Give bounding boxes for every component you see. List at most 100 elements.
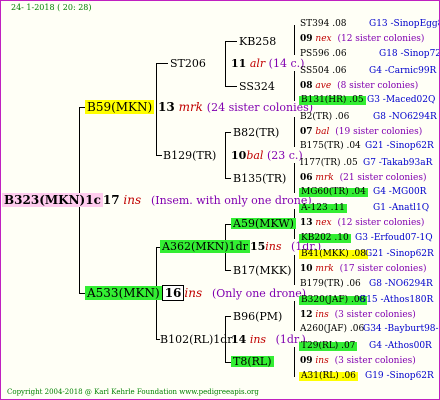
link-line [225, 132, 231, 133]
g1-top-name: B59(MKN) [85, 100, 155, 114]
g4-right: G4 -Athos00R [369, 341, 432, 351]
g1-bottom-note: (Only one drone) [211, 287, 307, 300]
g4-note: (8 sister colonies) [337, 81, 419, 91]
g1-top-queen: B59(MKN) 13 mrk (24 sister colonies) [85, 100, 313, 114]
st206-name: ST206 [170, 57, 206, 70]
b96-name: B96(PM) [233, 310, 283, 323]
st206-mating: 11 alr (14 c.) [231, 58, 304, 69]
g4-left: B2(TR) .06 [300, 112, 350, 122]
t8-name: T8(RL) [231, 355, 274, 368]
g1-bottom-code: ins [184, 286, 203, 300]
link-line [225, 178, 231, 179]
b17-name: B17(MKK) [233, 264, 292, 277]
link-line [225, 316, 231, 317]
g4-number: 13 [300, 218, 313, 228]
link-line [294, 71, 295, 101]
g4-mating: 13 nex (12 sister colonies) [300, 219, 424, 228]
ss324-name: SS324 [239, 80, 275, 93]
g4-note: (21 sister colonies) [339, 173, 427, 183]
g4-right: G21 -Sinop62R [365, 141, 434, 151]
b129-code: bal [246, 149, 264, 162]
g4-right: G8 -NO6294R [373, 112, 437, 122]
link-line [225, 86, 237, 87]
b129-name: B129(TR) [163, 149, 217, 162]
g1-top-code: mrk [178, 100, 203, 114]
g4-note: (12 sister colonies) [337, 34, 425, 44]
g4-left: B179(TR) .06 [300, 279, 361, 289]
st206-number: 11 [231, 57, 247, 70]
b102-code: ins [249, 333, 267, 346]
kb258-name: KB258 [239, 35, 277, 48]
g4-right: G13 -SinopEgg86R [369, 19, 439, 29]
root-queen-name: B323(MKN)1c [2, 193, 103, 207]
root-queen-note: (Insem. with only one drone) [150, 194, 312, 207]
g4-right: G34 -Bayburt98-3 [363, 324, 440, 334]
g1-bottom-number: 16 [161, 285, 185, 301]
g4-left: KB202 .10 [299, 233, 351, 243]
g4-left: A-123 .11 [299, 203, 347, 213]
g4-right: G3 -Maced02Q [367, 95, 436, 105]
g4-mating: 08 ave (8 sister colonies) [300, 82, 418, 91]
g4-code: nex [315, 218, 332, 228]
g4-right: G1 -Anatl1Q [373, 203, 430, 213]
b102-number: 14 [231, 333, 247, 346]
b129-number: 10 [231, 149, 247, 162]
g4-mating: 09 nex (12 sister colonies) [300, 35, 424, 44]
a362-queen: A362(MKN)1dr 15ins (1dr.) [160, 240, 321, 253]
g4-code: mrk [315, 173, 334, 183]
link-line [156, 63, 168, 64]
link-line [225, 132, 226, 178]
g4-code: bal [315, 127, 330, 137]
b82-name: B82(TR) [233, 126, 280, 139]
g4-number: 09 [300, 34, 313, 44]
g4-right: G18 -Sinop72R [379, 49, 439, 59]
link-line [294, 163, 295, 193]
g4-right: G7 -Takab93aR [363, 158, 433, 168]
pedigree-chart: 24- 1-2018 ( 20: 28) B323(MKN)1c 17 ins (… [0, 0, 440, 400]
g4-code: mrk [315, 264, 334, 274]
g4-mating: 09 ins (3 sister colonies) [300, 357, 416, 366]
g4-left: B41(MKK) .08 [299, 249, 368, 259]
a362-code: ins [265, 240, 282, 253]
g4-right: G4 -MG00R [373, 187, 427, 197]
b129-note: (23 c.) [266, 149, 303, 162]
g4-note: (3 sister colonies) [334, 310, 416, 320]
g4-code: ins [315, 356, 329, 366]
g4-left: B175(TR) .04 [300, 141, 361, 151]
g4-left: ST394 .08 [300, 19, 347, 29]
b102-name: B102(RL)1dr [160, 333, 233, 346]
g4-left: B320(JAF) .08 [299, 295, 368, 305]
g4-number: 09 [300, 356, 313, 366]
g4-note: (3 sister colonies) [334, 356, 416, 366]
g4-right: G4 -Carnic99R [369, 66, 437, 76]
link-line [294, 25, 295, 55]
g4-note: (17 sister colonies) [339, 264, 427, 274]
link-line [294, 255, 295, 285]
g4-note: (19 sister colonies) [335, 127, 423, 137]
g1-top-number: 13 [158, 100, 175, 114]
g4-left: MG60(TR) .04 [299, 187, 368, 197]
g4-left: SS504 .06 [300, 66, 347, 76]
link-line [294, 347, 295, 377]
g4-right: G3 -Erfoud07-1Q [355, 233, 433, 243]
st206-code: alr [249, 57, 266, 70]
g4-mating: 12 ins (3 sister colonies) [300, 311, 416, 320]
root-queen: B323(MKN)1c 17 ins (Insem. with only one … [2, 193, 312, 207]
g4-mating: 10 mrk (17 sister colonies) [300, 265, 427, 274]
g4-left: B131(HR) .05 [299, 95, 366, 105]
date-stamp: 24- 1-2018 ( 20: 28) [11, 3, 92, 12]
g4-left: A260(JAF) .06 [300, 324, 365, 334]
g4-right: G19 -Sinop62R [365, 371, 434, 381]
copyright-footer: Copyright 2004-2018 @ Karl Kehrle Founda… [7, 388, 259, 396]
link-line [225, 41, 237, 42]
g4-number: 10 [300, 264, 313, 274]
g1-bottom-name: A533(MKN) [85, 286, 162, 300]
g4-code: nex [315, 34, 332, 44]
link-line [225, 270, 231, 271]
a362-number: 15 [249, 240, 266, 253]
g4-number: 07 [300, 127, 313, 137]
g4-code: ave [315, 81, 332, 91]
a59-name: A59(MKW) [231, 217, 296, 230]
b102-mating: 14 ins (1dr.) [231, 334, 306, 345]
g4-right: G15 -Athos180R [359, 295, 434, 305]
